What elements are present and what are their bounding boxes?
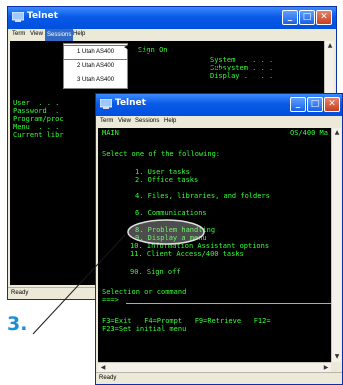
current-library-field: Current libr	[13, 131, 64, 139]
session-item-2[interactable]: 2 Utah AS400	[64, 60, 127, 73]
highlight-ellipse	[127, 219, 205, 245]
close-button[interactable]: ✕	[316, 10, 332, 25]
front-title-bar[interactable]: Telnet _ □ ✕	[96, 94, 342, 116]
scroll-down-arrow-icon[interactable]: ▼	[332, 352, 342, 362]
step-callout-label: 3.	[7, 313, 28, 335]
back-menu-bar: Term View Sessions Help	[8, 29, 336, 41]
menu-sessions[interactable]: Sessions	[135, 118, 159, 124]
session-item-3[interactable]: 3 Utah AS400	[64, 74, 127, 87]
front-horizontal-scrollbar[interactable]: ◀ ▶	[98, 362, 331, 372]
password-field: Password .	[13, 107, 60, 115]
back-title-bar[interactable]: Telnet _ □ ✕	[8, 7, 336, 29]
minimize-button[interactable]: _	[282, 10, 298, 25]
sign-on-text: Sign On	[138, 46, 168, 54]
menu-sessions[interactable]: Sessions	[45, 29, 74, 41]
front-vertical-scrollbar[interactable]: ▲ ▼	[331, 128, 341, 362]
menu-term[interactable]: Term	[12, 31, 25, 37]
maximize-button[interactable]: □	[299, 10, 315, 25]
menu-help[interactable]: Help	[73, 31, 85, 37]
menu-view[interactable]: View	[30, 31, 43, 37]
menu-view[interactable]: View	[118, 118, 131, 124]
menu-help[interactable]: Help	[164, 118, 176, 124]
front-window-title: Telnet	[115, 98, 146, 108]
front-menu-bar: Term View Sessions Help	[96, 116, 342, 128]
user-field: User . . .	[13, 99, 60, 107]
program-field: Program/proc	[13, 115, 64, 123]
telnet-icon	[100, 99, 112, 109]
scroll-up-arrow-icon[interactable]: ▲	[332, 128, 342, 138]
scroll-up-arrow-icon[interactable]: ▲	[325, 41, 335, 51]
maximize-button[interactable]: □	[307, 97, 323, 112]
telnet-icon	[12, 12, 24, 22]
session-item-1[interactable]: 1 Utah AS400	[63, 45, 128, 60]
system-field: System . . . .	[210, 56, 274, 64]
display-field: Display . . . .	[210, 72, 274, 80]
back-status-text: Ready	[11, 290, 29, 296]
back-window-title: Telnet	[27, 11, 58, 21]
menu-term[interactable]: Term	[100, 118, 113, 124]
minimize-button[interactable]: _	[290, 97, 306, 112]
subsystem-field: Subsystem . . .	[210, 64, 274, 72]
front-status-text: Ready	[99, 375, 117, 381]
menu-field: Menu . . .	[13, 123, 60, 131]
front-telnet-window: Telnet _ □ ✕ Term View Sessions Help MAI…	[95, 93, 343, 385]
close-button[interactable]: ✕	[324, 97, 340, 112]
front-status-bar: Ready	[96, 372, 342, 384]
front-terminal-screen[interactable]: MAIN OS/400 Ma Select one of the followi…	[98, 128, 341, 362]
sessions-dropdown-menu: 1 Utah AS400 2 Utah AS400 3 Utah AS400	[63, 43, 128, 89]
